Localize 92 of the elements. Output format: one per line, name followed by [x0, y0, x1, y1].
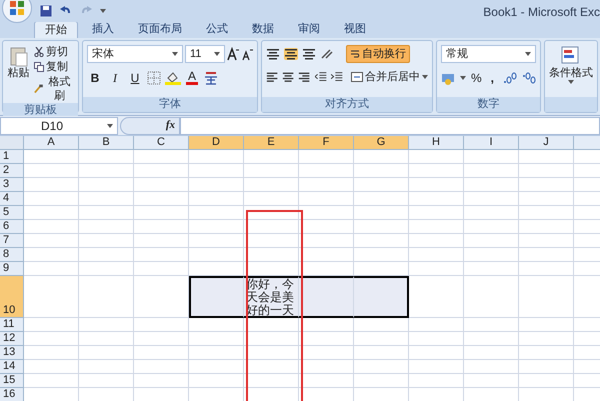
currency-icon[interactable] — [440, 71, 455, 85]
bottom-align-icon[interactable] — [302, 48, 316, 60]
row-header[interactable]: 11 — [0, 318, 24, 332]
column-header[interactable]: J — [519, 136, 574, 149]
grid-cell[interactable] — [299, 276, 354, 318]
dropdown-caret-icon — [525, 52, 531, 56]
shrink-font-icon[interactable] — [240, 47, 253, 61]
format-painter-button[interactable]: 格式刷 — [34, 75, 74, 103]
row-header[interactable]: 12 — [0, 332, 24, 346]
ribbon-tab[interactable]: 数据 — [242, 21, 284, 38]
column-header[interactable]: E — [244, 136, 299, 149]
middle-align-icon[interactable] — [284, 48, 298, 60]
brush-icon — [34, 84, 43, 94]
increase-indent-icon[interactable] — [330, 71, 343, 84]
top-align-icon[interactable] — [266, 48, 280, 60]
increase-decimal-icon[interactable] — [503, 72, 517, 84]
wrap-text-button[interactable]: 自动换行 — [346, 45, 410, 63]
scissors-icon — [34, 47, 44, 57]
group-title: 对齐方式 — [262, 97, 432, 112]
underline-button[interactable]: U — [126, 69, 143, 87]
ribbon-tab[interactable]: 插入 — [82, 21, 124, 38]
row-header[interactable]: 8 — [0, 248, 24, 262]
row-header[interactable]: 15 — [0, 374, 24, 388]
column-header[interactable]: I — [464, 136, 519, 149]
clipboard-icon — [10, 45, 28, 67]
ribbon-tab[interactable]: 页面布局 — [128, 21, 192, 38]
italic-button[interactable]: I — [106, 69, 123, 87]
row-header[interactable]: 14 — [0, 360, 24, 374]
bold-button[interactable]: B — [86, 69, 103, 87]
window-title: Book1 - Microsoft Exc — [483, 4, 600, 21]
comma-button[interactable]: , — [486, 69, 498, 87]
fx-label[interactable]: fx — [166, 117, 175, 134]
row-header[interactable]: 1 — [0, 150, 24, 164]
dropdown-caret-icon — [214, 52, 220, 56]
grow-font-icon[interactable] — [226, 47, 239, 61]
align-left-icon[interactable] — [266, 71, 278, 84]
office-button[interactable] — [2, 0, 32, 23]
customize-caret-icon — [100, 9, 106, 13]
row-header[interactable]: 5 — [0, 206, 24, 220]
row-header[interactable]: 16 — [0, 388, 24, 401]
font-size-field[interactable]: 11 — [184, 45, 225, 63]
save-icon[interactable] — [40, 5, 52, 17]
dropdown-caret-icon — [107, 124, 113, 128]
group-title: 字体 — [82, 97, 257, 112]
column-header[interactable]: F — [299, 136, 354, 149]
dropdown-caret-icon — [460, 76, 466, 80]
percent-button[interactable]: % — [470, 69, 482, 87]
ribbon-tab[interactable]: 视图 — [334, 21, 376, 38]
align-right-icon[interactable] — [298, 71, 311, 84]
dropdown-caret-icon — [422, 75, 428, 80]
ribbon-tab[interactable]: 公式 — [196, 21, 238, 38]
ribbon-tab[interactable]: 开始 — [34, 21, 78, 38]
column-header[interactable]: B — [79, 136, 134, 149]
dropdown-caret-icon — [568, 80, 574, 84]
row-header[interactable]: 9 — [0, 262, 24, 276]
font-color-button[interactable]: A — [184, 71, 199, 85]
row-header[interactable]: 2 — [0, 164, 24, 178]
number-format-field[interactable]: 常规 — [440, 45, 536, 63]
merge-icon — [351, 72, 363, 82]
dropdown-caret-icon — [172, 52, 178, 56]
font-name-field[interactable]: 宋体 — [86, 45, 183, 63]
column-header[interactable]: A — [24, 136, 79, 149]
border-icon[interactable] — [146, 71, 161, 85]
wrap-icon — [350, 49, 360, 59]
column-header[interactable]: G — [354, 136, 409, 149]
row-header[interactable]: 7 — [0, 234, 24, 248]
row-header[interactable]: 4 — [0, 192, 24, 206]
paste-button[interactable]: 粘贴 — [7, 45, 30, 103]
select-all-corner[interactable] — [0, 136, 24, 149]
row-header[interactable]: 10 — [0, 276, 24, 318]
group-title: 数字 — [436, 97, 540, 112]
phonetic-icon[interactable] — [202, 71, 219, 85]
name-box[interactable]: D10 — [0, 116, 118, 134]
decrease-indent-icon[interactable] — [314, 71, 327, 84]
row-header[interactable]: 13 — [0, 346, 24, 360]
row-header[interactable]: 3 — [0, 178, 24, 192]
decrease-decimal-icon[interactable] — [522, 72, 536, 84]
merge-center-button[interactable]: 合并后居中 — [351, 69, 428, 86]
row-header[interactable]: 6 — [0, 220, 24, 234]
fill-color-icon[interactable] — [164, 71, 181, 85]
ribbon-tab[interactable]: 审阅 — [288, 21, 330, 38]
formula-field[interactable] — [180, 116, 600, 134]
copy-button[interactable]: 复制 — [34, 60, 74, 74]
column-header[interactable]: D — [189, 136, 244, 149]
office-logo-icon — [9, 0, 25, 16]
grid-cell[interactable] — [189, 276, 244, 318]
grid-cell[interactable] — [354, 276, 409, 318]
conditional-format-button[interactable]: 条件格式 — [549, 45, 593, 84]
cut-button[interactable]: 剪切 — [34, 45, 74, 59]
copy-icon — [34, 62, 44, 72]
column-header[interactable]: H — [409, 136, 464, 149]
align-center-icon[interactable] — [282, 71, 294, 84]
